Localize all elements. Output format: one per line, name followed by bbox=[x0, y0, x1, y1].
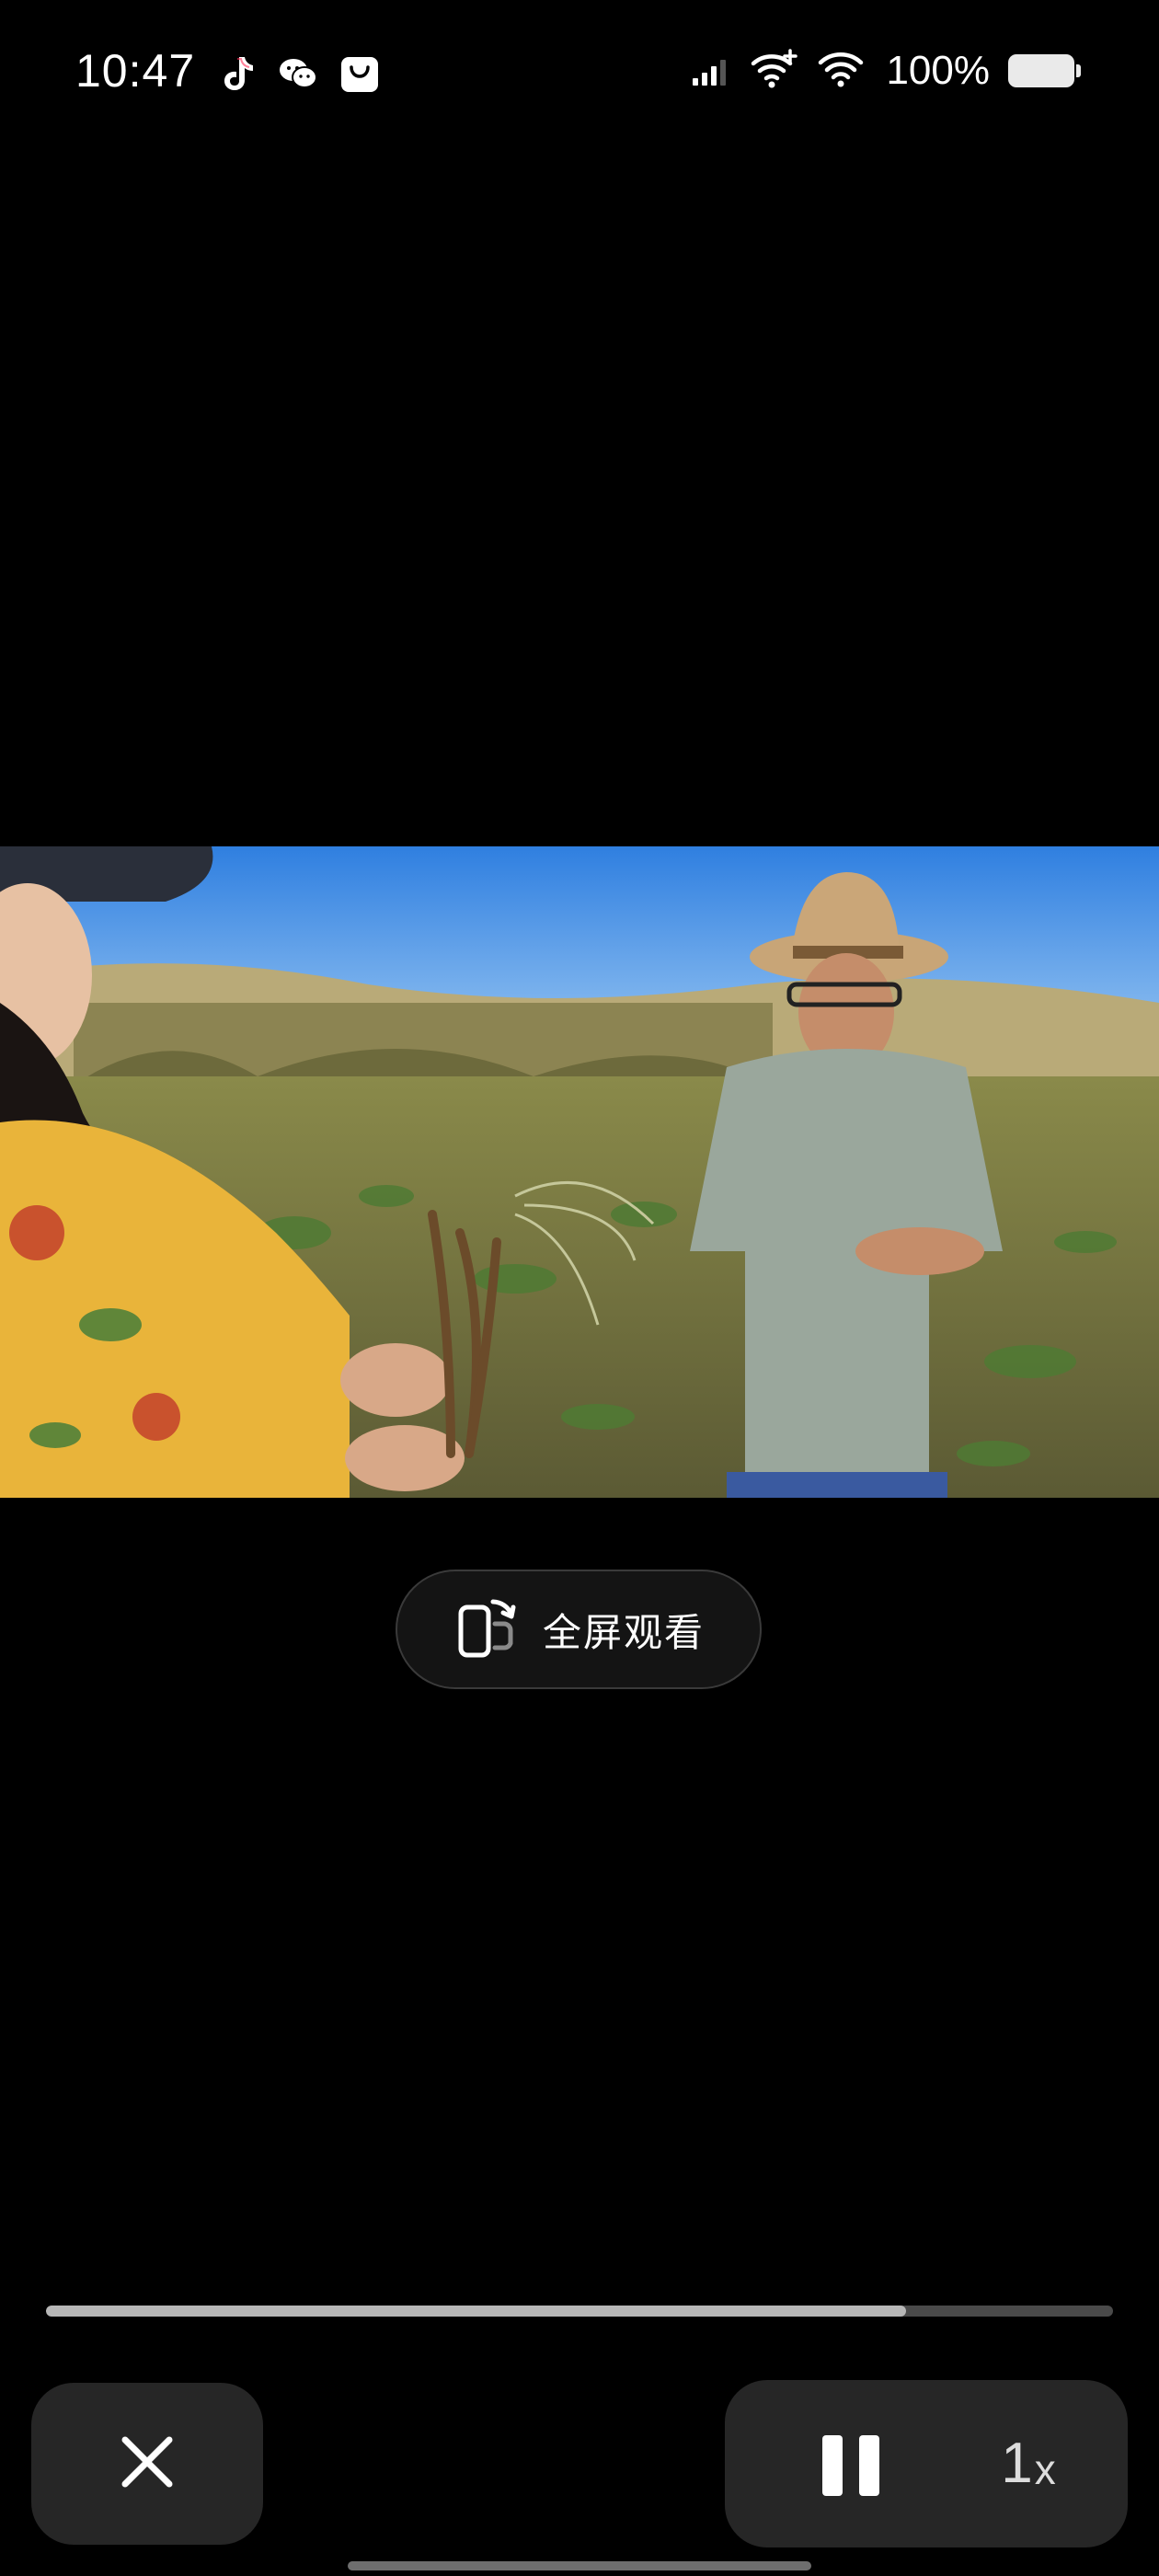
fullscreen-label: 全屏观看 bbox=[542, 1609, 705, 1655]
close-icon bbox=[118, 2432, 177, 2496]
home-indicator[interactable] bbox=[348, 2561, 811, 2570]
wifi-plus-icon bbox=[750, 48, 799, 94]
pause-icon bbox=[819, 2433, 883, 2502]
battery-icon bbox=[1008, 54, 1081, 87]
playback-controls: 1x bbox=[725, 2380, 1128, 2547]
status-bar: 10:47 100% bbox=[0, 0, 1159, 147]
fullscreen-button[interactable]: 全屏观看 bbox=[396, 1570, 762, 1689]
wifi-icon bbox=[818, 51, 864, 92]
status-time: 10:47 bbox=[75, 45, 196, 97]
rotate-screen-icon bbox=[453, 1593, 522, 1667]
tiktok-icon bbox=[219, 53, 256, 94]
pause-button[interactable] bbox=[809, 2426, 892, 2509]
speed-suffix: x bbox=[1034, 2445, 1056, 2493]
close-button[interactable] bbox=[31, 2383, 263, 2545]
battery-percent: 100% bbox=[886, 48, 990, 93]
cellular-signal-icon bbox=[691, 51, 731, 92]
system-status: 100% bbox=[691, 48, 1081, 94]
video-frame[interactable] bbox=[0, 846, 1159, 1498]
wechat-icon bbox=[278, 56, 318, 91]
shopping-bag-icon bbox=[340, 54, 379, 93]
progress-fill bbox=[46, 2306, 906, 2317]
playback-speed-button[interactable]: 1x bbox=[973, 2417, 1084, 2509]
speed-number: 1 bbox=[1001, 2431, 1033, 2495]
notification-icons bbox=[219, 53, 379, 94]
progress-bar[interactable] bbox=[46, 2306, 1113, 2317]
